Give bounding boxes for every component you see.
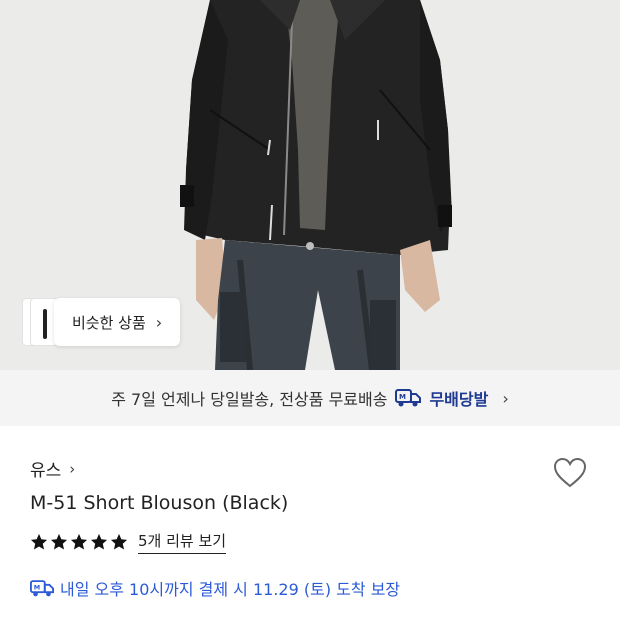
truck-icon: M: [395, 388, 422, 408]
product-image[interactable]: 비슷한 상품 ›: [0, 0, 620, 370]
chevron-right-icon: ›: [69, 459, 76, 478]
similar-products-label: 비슷한 상품: [72, 313, 146, 332]
svg-text:M: M: [34, 583, 40, 591]
similar-products-pill[interactable]: 비슷한 상품 ›: [54, 298, 181, 346]
chevron-right-icon: ›: [155, 312, 163, 332]
brand-name: 유스: [30, 461, 62, 481]
chevron-right-icon: ›: [502, 388, 509, 408]
svg-text:M: M: [399, 393, 406, 401]
similar-products-button[interactable]: 비슷한 상품 ›: [22, 298, 181, 346]
heart-icon[interactable]: [552, 455, 588, 491]
star-icon: [90, 533, 108, 550]
product-title: M-51 Short Blouson (Black): [30, 492, 289, 514]
star-icon: [50, 533, 68, 550]
shipping-banner-text: 주 7일 언제나 당일발송, 전상품 무료배송: [111, 390, 388, 409]
star-icon: [30, 533, 48, 550]
rating-row[interactable]: 5개 리뷰 보기: [30, 530, 227, 554]
delivery-guarantee: M 내일 오후 10시까지 결제 시 11.29 (토) 도착 보장: [30, 576, 400, 600]
star-icon: [110, 533, 128, 550]
reviews-link[interactable]: 5개 리뷰 보기: [138, 530, 227, 554]
shipping-brand-label: 무배당발: [429, 390, 489, 409]
truck-icon: M: [30, 579, 54, 598]
brand-link[interactable]: 유스 ›: [30, 456, 76, 482]
star-icon: [70, 533, 88, 550]
shipping-banner[interactable]: 주 7일 언제나 당일발송, 전상품 무료배송 M 무배당발 ›: [0, 370, 620, 426]
delivery-text: 내일 오후 10시까지 결제 시 11.29 (토) 도착 보장: [60, 580, 401, 599]
